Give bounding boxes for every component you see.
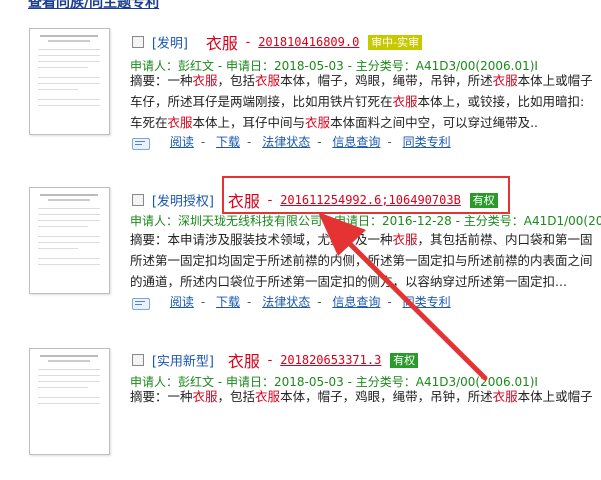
keyword-highlight: 衣服 <box>392 232 418 247</box>
abstract-line: 摘要：一种衣服，包括衣服本体，帽子，鸡眼，绳带，吊钟，所述衣服本体上或帽子 <box>130 389 593 404</box>
keyword-highlight: 衣服 <box>392 94 418 109</box>
keyword-highlight: 衣服 <box>305 115 331 130</box>
preview-icon[interactable] <box>130 296 152 310</box>
result-actions: 阅读 - 下载 - 法律状态 - 信息查询 - 同类专利 <box>130 293 451 310</box>
info-query-link[interactable]: 信息查询 <box>332 295 380 309</box>
keyword-highlight: 衣服 <box>167 115 193 130</box>
similar-patents-link[interactable]: 同类专利 <box>403 295 451 309</box>
read-link[interactable]: 阅读 <box>170 135 194 149</box>
status-badge: 有权 <box>390 352 419 368</box>
result-item: [实用新型] 衣服 - 201820653371.3 有权 申请人：彭红文 - … <box>0 320 601 480</box>
result-actions: 阅读 - 下载 - 法律状态 - 信息查询 - 同类专利 <box>130 133 451 150</box>
patent-thumbnail[interactable] <box>29 348 110 455</box>
patent-title[interactable]: 衣服 <box>228 352 260 371</box>
select-checkbox[interactable] <box>132 194 144 206</box>
legal-status-link[interactable]: 法律状态 <box>262 135 310 149</box>
download-link[interactable]: 下载 <box>216 135 240 149</box>
patent-number[interactable]: 201810416809.0 <box>258 35 359 49</box>
abstract-line: 车仔，所述耳仔是两端刚接，比如用铁片钉死在衣服本体上，或铰接，比如用暗扣: <box>130 94 585 109</box>
select-checkbox[interactable] <box>132 36 144 48</box>
abstract-line: 车死在衣服本体上，耳仔中间与衣服本体面料之间中空，可以穿过绳带及.. <box>130 115 539 130</box>
keyword-highlight: 衣服 <box>492 389 518 404</box>
legal-status-link[interactable]: 法律状态 <box>262 295 310 309</box>
patent-thumbnail[interactable] <box>29 187 110 294</box>
keyword-highlight: 衣服 <box>492 73 518 88</box>
result-item: [发明] 衣服 - 201810416809.0 审中-实审 申请人：彭红文 -… <box>0 0 601 160</box>
patent-thumbnail[interactable] <box>29 28 110 135</box>
preview-icon[interactable] <box>130 136 152 150</box>
patent-abstract: 摘要：一种衣服，包括衣服本体，帽子，鸡眼，绳带，吊钟，所述衣服本体上或帽子 <box>130 386 601 407</box>
abstract-line: 所述第一固定扣均固定于所述前襟的内侧，所述第一固定扣与所述前襟的内表面之间 <box>130 253 593 268</box>
patent-meta: 申请人：深圳天珑无线科技有限公司 - 申请日：2016-12-28 - 主分类号… <box>130 214 601 228</box>
keyword-highlight: 衣服 <box>255 73 281 88</box>
info-query-link[interactable]: 信息查询 <box>332 135 380 149</box>
patent-kind: [实用新型] <box>151 354 214 370</box>
keyword-highlight: 衣服 <box>255 389 281 404</box>
download-link[interactable]: 下载 <box>216 295 240 309</box>
patent-abstract: 摘要：一种衣服，包括衣服本体，帽子，鸡眼，绳带，吊钟，所述衣服本体上或帽子 车仔，… <box>130 70 601 133</box>
patent-title[interactable]: 衣服 <box>206 34 238 53</box>
abstract-line: 摘要：一种衣服，包括衣服本体，帽子，鸡眼，绳带，吊钟，所述衣服本体上或帽子 <box>130 73 593 88</box>
keyword-highlight: 衣服 <box>192 73 218 88</box>
patent-kind: [发明授权] <box>151 194 214 210</box>
applicant[interactable]: 深圳天珑无线科技有限公司 <box>178 214 322 228</box>
patent-kind: [发明] <box>151 36 188 52</box>
status-badge: 审中-实审 <box>368 34 423 50</box>
patent-number[interactable]: 201820653371.3 <box>280 353 381 367</box>
abstract-line: 的通道，所述内口袋位于所述第一固定扣的侧方，以容纳穿过所述第一固定扣... <box>130 274 567 289</box>
read-link[interactable]: 阅读 <box>170 295 194 309</box>
similar-patents-link[interactable]: 同类专利 <box>403 135 451 149</box>
abstract-line: 摘要：本申请涉及服装技术领域，尤其涉及一种衣服，其包括前襟、内口袋和第一固 <box>130 232 593 247</box>
patent-abstract: 摘要：本申请涉及服装技术领域，尤其涉及一种衣服，其包括前襟、内口袋和第一固 所述第… <box>130 229 601 292</box>
select-checkbox[interactable] <box>132 354 144 366</box>
keyword-highlight: 衣服 <box>192 389 218 404</box>
annotation-highlight-box <box>222 176 510 214</box>
